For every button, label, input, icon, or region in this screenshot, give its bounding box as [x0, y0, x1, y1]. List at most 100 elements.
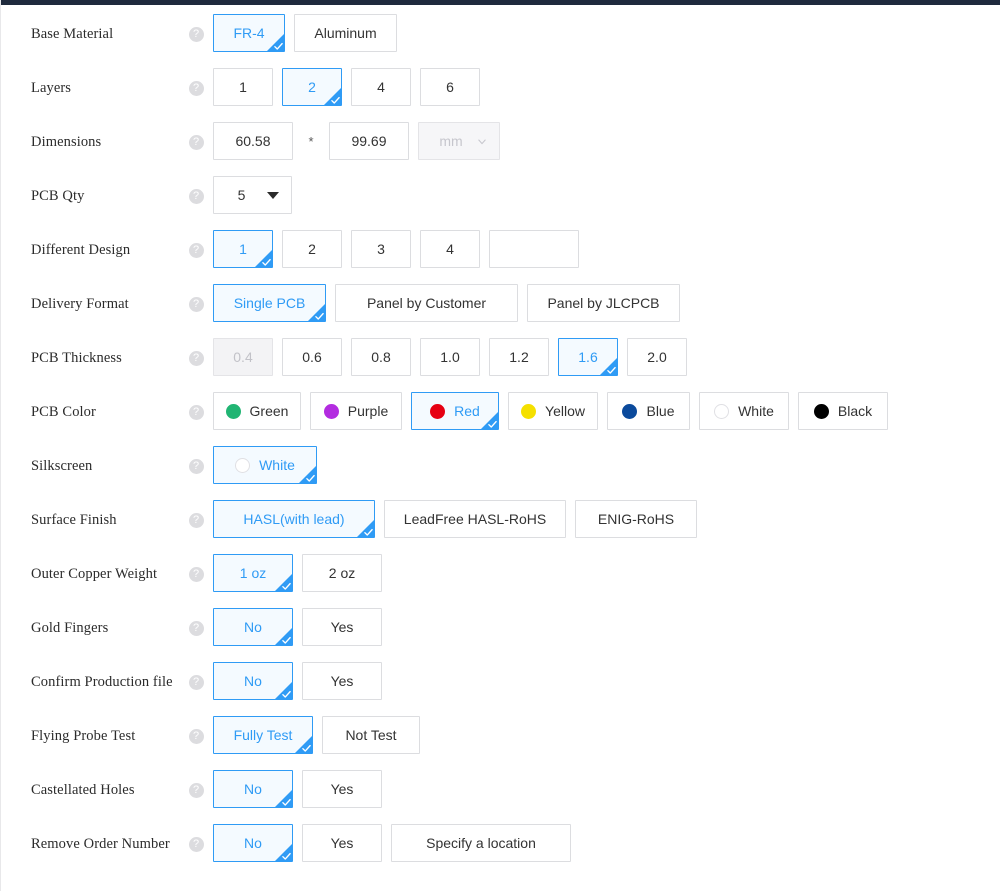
different-design-custom-input[interactable]	[489, 230, 579, 268]
option-label: ENIG-RoHS	[597, 511, 675, 527]
option-9-0[interactable]: HASL(with lead)	[213, 500, 375, 538]
help-icon-outer-copper-weight[interactable]: ?	[188, 566, 204, 582]
option-6-5[interactable]: 1.6	[558, 338, 618, 376]
options-delivery-format: Single PCB Panel by Customer Panel by JLCP…	[213, 284, 680, 322]
option-label: 1.0	[440, 349, 460, 365]
help-cell-layers: ?	[179, 68, 213, 108]
option-1-1[interactable]: 2	[282, 68, 342, 106]
option-7-6[interactable]: Black	[798, 392, 888, 430]
option-7-3[interactable]: Yellow	[508, 392, 598, 430]
option-label: No	[244, 835, 262, 851]
option-10-0[interactable]: 1 oz	[213, 554, 293, 592]
option-9-1[interactable]: LeadFree HASL-RoHS	[384, 500, 566, 538]
help-cell-silkscreen: ?	[179, 446, 213, 486]
help-cell-castellated-holes: ?	[179, 770, 213, 810]
option-15-0[interactable]: No	[213, 824, 293, 862]
option-0-0[interactable]: FR-4	[213, 14, 285, 52]
option-1-2[interactable]: 4	[351, 68, 411, 106]
help-icon-flying-probe-test[interactable]: ?	[188, 728, 204, 744]
option-7-4[interactable]: Blue	[607, 392, 690, 430]
help-icon-base-material[interactable]: ?	[188, 26, 204, 42]
help-cell-delivery-format: ?	[179, 284, 213, 324]
option-label: 6	[446, 79, 454, 95]
option-label: White	[259, 457, 295, 473]
option-14-0[interactable]: No	[213, 770, 293, 808]
option-4-0[interactable]: 1	[213, 230, 273, 268]
option-6-6[interactable]: 2.0	[627, 338, 687, 376]
option-11-1[interactable]: Yes	[302, 608, 382, 646]
help-icon-layers[interactable]: ?	[188, 80, 204, 96]
option-4-1[interactable]: 2	[282, 230, 342, 268]
option-5-2[interactable]: Panel by JLCPCB	[527, 284, 680, 322]
options-layers: 1 2 4 6	[213, 68, 480, 106]
help-icon-confirm-production-file[interactable]: ?	[188, 674, 204, 690]
option-7-1[interactable]: Purple	[310, 392, 402, 430]
option-6-3[interactable]: 1.0	[420, 338, 480, 376]
help-icon-remove-order-number[interactable]: ?	[188, 836, 204, 852]
option-10-1[interactable]: 2 oz	[302, 554, 382, 592]
option-0-1[interactable]: Aluminum	[294, 14, 397, 52]
pcb-qty-select[interactable]: 5	[213, 176, 292, 214]
form-row-surface-finish: Surface Finish? HASL(with lead) LeadFree H…	[1, 500, 1000, 554]
pcb-order-form-page: Base Material? FR-4 Aluminum Layers? 1 2 4 6 Dim…	[0, 0, 1000, 891]
option-label: 0.6	[302, 349, 322, 365]
option-6-4[interactable]: 1.2	[489, 338, 549, 376]
option-8-0[interactable]: White	[213, 446, 317, 484]
option-label: Fully Test	[233, 727, 293, 743]
option-6-1[interactable]: 0.6	[282, 338, 342, 376]
option-7-2[interactable]: Red	[411, 392, 499, 430]
row-label-castellated-holes: Castellated Holes	[31, 782, 135, 798]
option-label: 1	[239, 79, 247, 95]
help-icon-castellated-holes[interactable]: ?	[188, 782, 204, 798]
options-pcb-thickness: 0.4 0.6 0.8 1.0 1.2 1.6 2.0	[213, 338, 687, 376]
form-row-pcb-thickness: PCB Thickness? 0.4 0.6 0.8 1.0 1.2 1.6 2.0	[1, 338, 1000, 392]
option-15-1[interactable]: Yes	[302, 824, 382, 862]
help-icon-silkscreen[interactable]: ?	[188, 458, 204, 474]
option-label: Yes	[330, 673, 354, 689]
options-confirm-production-file: No Yes	[213, 662, 382, 700]
option-label: Blue	[646, 403, 675, 419]
option-15-2[interactable]: Specify a location	[391, 824, 571, 862]
check-icon	[607, 366, 616, 374]
help-icon-different-design[interactable]: ?	[188, 242, 204, 258]
option-label: Yes	[330, 619, 354, 635]
option-label: Panel by JLCPCB	[547, 295, 660, 311]
option-4-2[interactable]: 3	[351, 230, 411, 268]
color-swatch-red	[430, 403, 446, 419]
option-6-2[interactable]: 0.8	[351, 338, 411, 376]
option-label: LeadFree HASL-RoHS	[403, 511, 547, 527]
option-7-0[interactable]: Green	[213, 392, 301, 430]
help-icon-delivery-format[interactable]: ?	[188, 296, 204, 312]
option-14-1[interactable]: Yes	[302, 770, 382, 808]
option-11-0[interactable]: No	[213, 608, 293, 646]
option-13-1[interactable]: Not Test	[322, 716, 420, 754]
options-flying-probe-test: Fully Test Not Test	[213, 716, 420, 754]
check-icon	[302, 744, 311, 752]
help-icon-pcb-color[interactable]: ?	[188, 404, 204, 420]
form-row-remove-order-number: Remove Order Number? No Yes Specify a locat…	[1, 824, 1000, 878]
help-icon-gold-fingers[interactable]: ?	[188, 620, 204, 636]
option-label: Green	[249, 403, 289, 419]
option-9-2[interactable]: ENIG-RoHS	[575, 500, 697, 538]
help-icon-pcb-thickness[interactable]: ?	[188, 350, 204, 366]
option-label: Purple	[347, 403, 389, 419]
dimension-height-input[interactable]	[329, 122, 409, 160]
option-4-3[interactable]: 4	[420, 230, 480, 268]
option-12-0[interactable]: No	[213, 662, 293, 700]
option-5-0[interactable]: Single PCB	[213, 284, 326, 322]
option-5-1[interactable]: Panel by Customer	[335, 284, 518, 322]
help-icon-surface-finish[interactable]: ?	[188, 512, 204, 528]
option-label: Yes	[330, 781, 354, 797]
form-row-base-material: Base Material? FR-4 Aluminum	[1, 14, 1000, 68]
chevron-down-icon	[478, 139, 486, 145]
help-icon-pcb-qty[interactable]: ?	[188, 188, 204, 204]
option-1-3[interactable]: 6	[420, 68, 480, 106]
option-7-5[interactable]: White	[699, 392, 789, 430]
row-label-layers: Layers	[31, 80, 72, 96]
form-row-flying-probe-test: Flying Probe Test? Fully Test Not Test	[1, 716, 1000, 770]
help-icon-dimensions[interactable]: ?	[188, 134, 204, 150]
option-13-0[interactable]: Fully Test	[213, 716, 313, 754]
option-1-0[interactable]: 1	[213, 68, 273, 106]
option-12-1[interactable]: Yes	[302, 662, 382, 700]
dimension-width-input[interactable]	[213, 122, 293, 160]
